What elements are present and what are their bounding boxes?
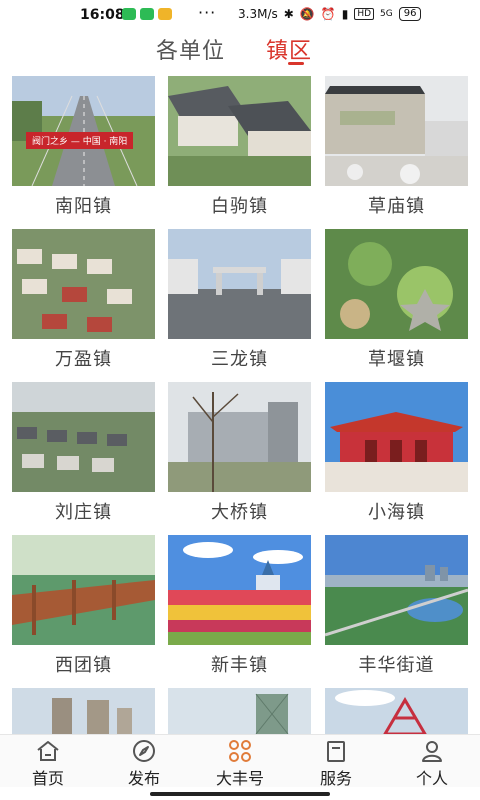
nav-label: 发布	[127, 769, 160, 788]
town-card-partial[interactable]	[12, 688, 155, 734]
town-thumbnail	[168, 688, 311, 734]
status-time: 16:08	[80, 7, 125, 23]
town-card-daqiao[interactable]: 大桥镇	[168, 382, 311, 523]
nav-dafeng[interactable]: 大丰号	[200, 739, 280, 789]
town-card-caomiao[interactable]: 草庙镇	[325, 76, 468, 217]
status-bar: 16:08 ··· 3.3M/s ✱ 🔕 ⏰ ▮ HD 5G 96	[0, 0, 480, 30]
town-card-xituan[interactable]: 西团镇	[12, 535, 155, 676]
active-tab-indicator	[288, 62, 304, 65]
tab-bar: 各单位 镇区	[0, 30, 480, 70]
town-card-baiju[interactable]: 白驹镇	[168, 76, 311, 217]
town-card-xiaohai[interactable]: 小海镇	[325, 382, 468, 523]
town-thumbnail	[325, 229, 468, 339]
nav-publish[interactable]: 发布	[104, 739, 184, 789]
town-name: 三龙镇	[211, 349, 268, 370]
four-circles-icon	[200, 739, 280, 763]
nav-personal[interactable]: 个人	[392, 739, 472, 789]
town-name: 西团镇	[55, 655, 112, 676]
town-card-xinfeng[interactable]: 新丰镇	[168, 535, 311, 676]
town-name: 南阳镇	[55, 196, 112, 217]
town-card-sanlong[interactable]: 三龙镇	[168, 229, 311, 370]
nanyang-banner: 阀门之乡 — 中国 · 南阳	[26, 132, 134, 149]
nav-label: 大丰号	[215, 769, 264, 788]
town-name: 万盈镇	[55, 349, 112, 370]
town-thumbnail	[12, 382, 155, 492]
person-icon	[392, 739, 472, 763]
nav-home[interactable]: 首页	[8, 739, 88, 789]
bluetooth-icon: ✱	[283, 7, 294, 21]
town-thumbnail	[168, 535, 311, 645]
town-thumbnail	[168, 76, 311, 186]
tab-towns[interactable]: 镇区	[266, 33, 312, 65]
document-icon	[296, 739, 376, 763]
status-right: 3.3M/s ✱ 🔕 ⏰ ▮ HD 5G 96	[238, 7, 422, 21]
town-card-nanyang[interactable]: 阀门之乡 — 中国 · 南阳 南阳镇	[12, 76, 155, 217]
town-thumbnail	[325, 76, 468, 186]
town-card-partial[interactable]	[325, 688, 468, 734]
town-name: 丰华街道	[358, 655, 435, 676]
town-thumbnail	[325, 535, 468, 645]
town-name: 小海镇	[368, 502, 425, 523]
tab-units[interactable]: 各单位	[156, 33, 225, 65]
wechat-icon	[140, 8, 154, 20]
town-thumbnail: 阀门之乡 — 中国 · 南阳	[12, 76, 155, 186]
town-name: 大桥镇	[211, 502, 268, 523]
compass-icon	[104, 739, 184, 763]
town-card-partial[interactable]	[168, 688, 311, 734]
nav-service[interactable]: 服务	[296, 739, 376, 789]
network-speed: 3.3M/s	[238, 7, 278, 21]
wechat-icon	[122, 8, 136, 20]
alarm-icon: ⏰	[320, 7, 336, 21]
nav-label: 个人	[415, 769, 448, 788]
town-name: 刘庄镇	[55, 502, 112, 523]
bottom-nav: 首页 发布 大丰号 服务 个人	[0, 734, 480, 789]
town-thumbnail	[168, 229, 311, 339]
town-thumbnail	[12, 688, 155, 734]
home-icon	[8, 739, 88, 763]
town-thumbnail	[325, 382, 468, 492]
town-name: 草庙镇	[368, 196, 425, 217]
town-thumbnail	[12, 229, 155, 339]
town-card-caoyan[interactable]: 草堰镇	[325, 229, 468, 370]
more-notifications-icon: ···	[198, 3, 217, 22]
town-name: 新丰镇	[211, 655, 268, 676]
town-thumbnail	[325, 688, 468, 734]
notification-icons	[122, 8, 172, 20]
town-card-liuzhuang[interactable]: 刘庄镇	[12, 382, 155, 523]
town-name: 白驹镇	[211, 196, 268, 217]
town-thumbnail	[168, 382, 311, 492]
nav-label: 首页	[31, 769, 64, 788]
message-icon	[158, 8, 172, 20]
signal-icon: ▮	[341, 7, 349, 21]
home-indicator[interactable]	[150, 792, 330, 796]
town-card-wanying[interactable]: 万盈镇	[12, 229, 155, 370]
town-card-fenghua[interactable]: 丰华街道	[325, 535, 468, 676]
town-name: 草堰镇	[368, 349, 425, 370]
5g-badge: 5G	[380, 9, 393, 19]
town-thumbnail	[12, 535, 155, 645]
mute-icon: 🔕	[299, 7, 315, 21]
hd-badge: HD	[354, 8, 375, 20]
battery-icon: 96	[398, 7, 422, 21]
nav-label: 服务	[319, 769, 352, 788]
